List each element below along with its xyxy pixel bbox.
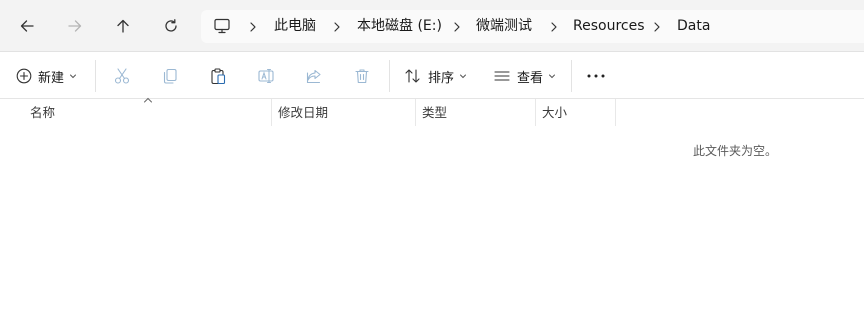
chevron-right-icon <box>654 22 660 32</box>
rename-icon <box>258 69 274 83</box>
share-icon <box>306 69 321 84</box>
new-button-label: 新建 <box>38 70 65 86</box>
cut-button[interactable] <box>113 60 131 92</box>
chevron-down-icon <box>549 74 556 79</box>
sort-icon <box>405 69 420 83</box>
copy-icon <box>163 68 177 84</box>
column-size[interactable]: 大小 <box>542 99 567 126</box>
chevron-right-icon <box>551 22 557 32</box>
column-divider[interactable] <box>271 99 272 126</box>
paste-button[interactable] <box>209 60 227 92</box>
chevron-down-icon <box>460 74 467 79</box>
arrow-up-icon <box>117 19 129 33</box>
delete-icon <box>355 69 369 84</box>
refresh-button[interactable] <box>153 8 189 44</box>
chevron-right-icon <box>454 22 460 32</box>
chevron-right-icon <box>334 22 340 32</box>
paste-icon <box>211 68 226 85</box>
forward-button[interactable] <box>57 8 93 44</box>
sort-button-label: 排序 <box>428 70 455 86</box>
back-button[interactable] <box>9 8 45 44</box>
breadcrumb-resources[interactable]: Resources <box>573 10 645 43</box>
column-divider[interactable] <box>535 99 536 126</box>
chevron-down-icon <box>70 74 77 79</box>
column-divider[interactable] <box>415 99 416 126</box>
toolbar-divider <box>389 60 390 92</box>
new-button[interactable]: 新建 <box>16 60 77 92</box>
view-list-icon <box>494 71 510 81</box>
more-icon <box>587 74 605 78</box>
share-button[interactable] <box>305 60 323 92</box>
up-button[interactable] <box>105 8 141 44</box>
rename-button[interactable] <box>257 60 275 92</box>
arrow-right-icon <box>68 20 82 32</box>
navigation-bar: 此电脑 本地磁盘 (E:) 微端测试 Resources Data <box>0 0 864 52</box>
refresh-icon <box>165 19 177 32</box>
plus-circle-icon <box>16 68 32 84</box>
chevron-right-icon <box>250 22 256 32</box>
more-button[interactable] <box>585 60 607 92</box>
sort-button[interactable]: 排序 <box>404 60 467 92</box>
column-type[interactable]: 类型 <box>422 99 447 126</box>
column-divider[interactable] <box>615 99 616 126</box>
copy-button[interactable] <box>161 60 179 92</box>
breadcrumb-data[interactable]: Data <box>677 10 710 43</box>
delete-button[interactable] <box>353 60 371 92</box>
computer-icon <box>213 17 231 35</box>
cut-icon <box>114 68 130 84</box>
toolbar-divider <box>95 60 96 92</box>
empty-folder-message: 此文件夹为空。 <box>693 144 778 158</box>
column-name[interactable]: 名称 <box>30 99 55 126</box>
command-bar: 新建 排序 查看 <box>0 52 864 99</box>
view-button-label: 查看 <box>517 70 544 86</box>
breadcrumb-this-pc[interactable]: 此电脑 <box>274 10 316 43</box>
toolbar-divider <box>571 60 572 92</box>
view-button[interactable]: 查看 <box>493 60 556 92</box>
arrow-left-icon <box>20 20 34 32</box>
column-header-row: 名称 修改日期 类型 大小 <box>0 99 864 126</box>
column-modified[interactable]: 修改日期 <box>278 99 328 126</box>
breadcrumb-local-disk[interactable]: 本地磁盘 (E:) <box>357 10 442 43</box>
address-bar[interactable]: 此电脑 本地磁盘 (E:) 微端测试 Resources Data <box>201 10 864 43</box>
breadcrumb-folder[interactable]: 微端测试 <box>476 10 532 43</box>
